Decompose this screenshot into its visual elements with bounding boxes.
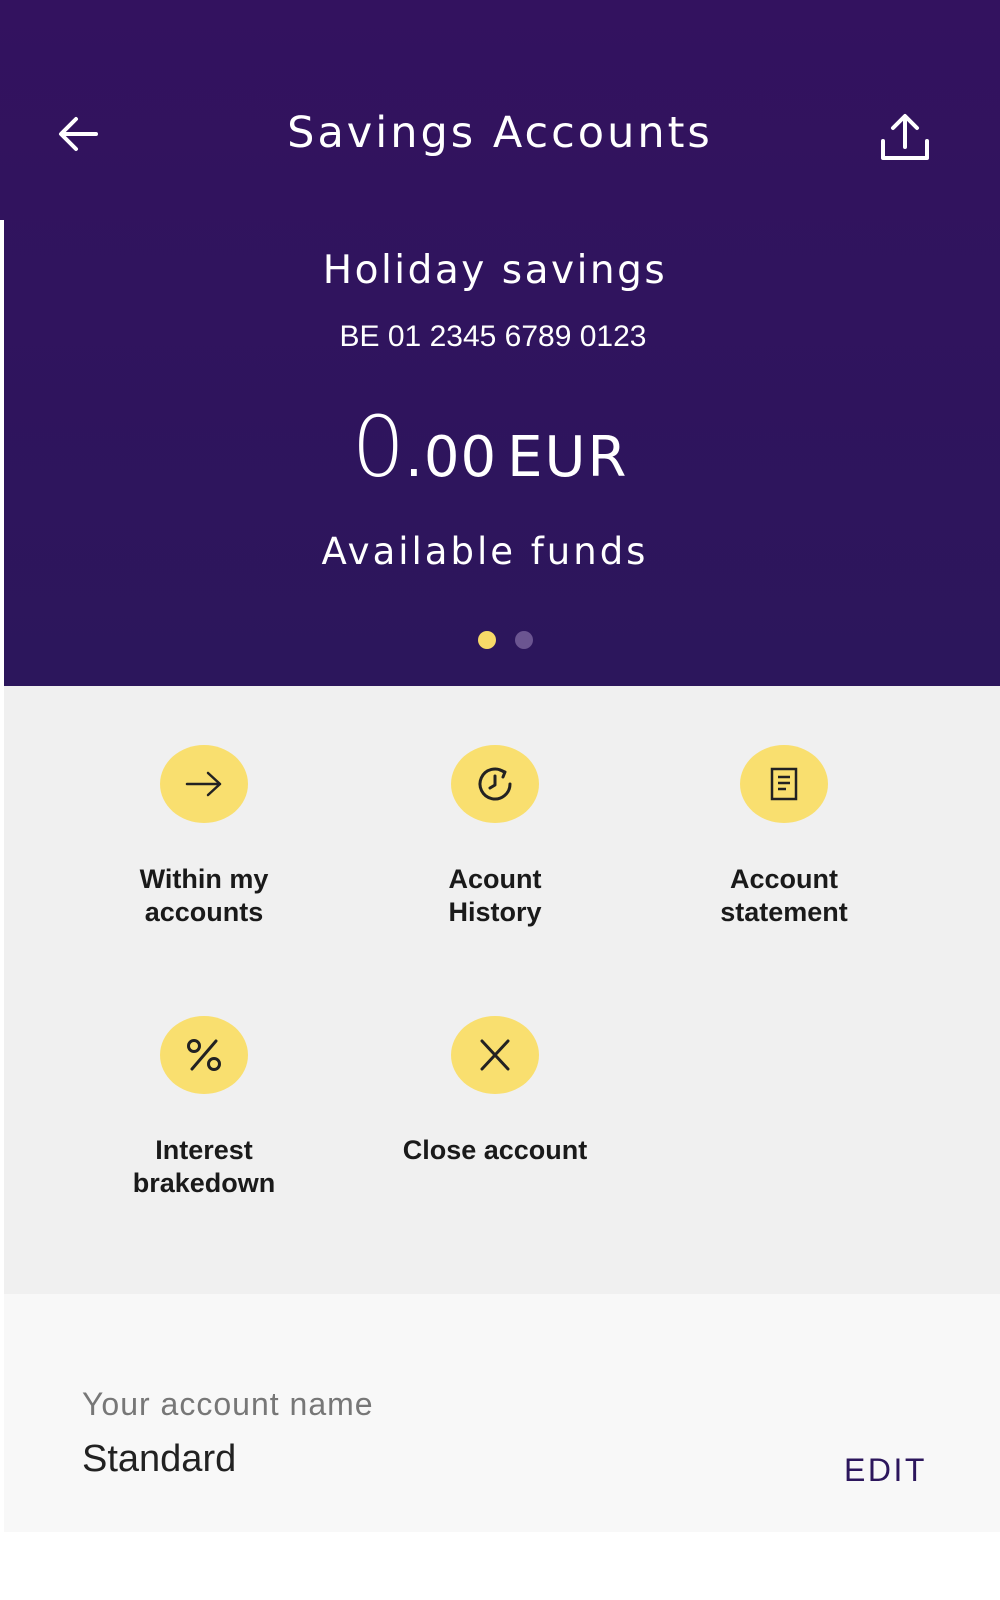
- balance-caption: Available funds: [321, 530, 649, 573]
- interest-breakdown-button[interactable]: Interest brakedown: [74, 1016, 334, 1200]
- pagination-dot-active[interactable]: [478, 631, 496, 649]
- balance-integer: 0: [351, 398, 406, 496]
- account-name-caption: Your account name: [82, 1386, 374, 1422]
- action-label: Account statement: [720, 864, 848, 927]
- close-x-icon: [480, 1039, 510, 1071]
- account-name-value: Standard: [82, 1438, 237, 1480]
- account-history-button[interactable]: Acount History: [365, 745, 625, 929]
- action-label: Within my accounts: [139, 864, 269, 927]
- arrow-right-icon: [185, 771, 222, 797]
- account-name-card: Your account name Standard EDIT: [4, 1294, 1000, 1532]
- carousel-pagination: [478, 631, 533, 649]
- pagination-dot[interactable]: [515, 631, 533, 649]
- arrow-left-icon: [59, 117, 98, 151]
- close-account-button[interactable]: Close account: [365, 1016, 625, 1167]
- action-icon-circle: [740, 745, 828, 823]
- back-button[interactable]: [48, 104, 108, 164]
- page-title: Savings Accounts: [287, 108, 713, 158]
- balance-decimal: .00: [405, 425, 498, 490]
- action-icon-circle: [451, 1016, 539, 1094]
- balance-currency: EUR: [507, 425, 629, 490]
- action-icon-circle: [451, 745, 539, 823]
- percent-icon: [187, 1039, 221, 1071]
- action-icon-circle: [160, 1016, 248, 1094]
- edit-account-name-button[interactable]: EDIT: [844, 1452, 927, 1489]
- action-label: Interest brakedown: [132, 1135, 276, 1198]
- account-statement-button[interactable]: Account statement: [654, 745, 914, 929]
- within-my-accounts-button[interactable]: Within my accounts: [74, 745, 334, 929]
- account-nickname: Holiday savings: [322, 248, 668, 293]
- account-balance: 0.00 EUR: [200, 398, 780, 496]
- history-clock-icon: [478, 767, 512, 801]
- account-iban: BE 01 2345 6789 0123: [339, 320, 647, 353]
- action-label: Close account: [402, 1135, 588, 1165]
- action-label: Acount History: [448, 864, 542, 927]
- document-icon: [770, 767, 798, 801]
- share-upload-icon: [881, 114, 929, 160]
- action-icon-circle: [160, 745, 248, 823]
- share-button[interactable]: [870, 104, 940, 170]
- quick-actions-panel: Within my accounts Acount History Accoun…: [4, 686, 1000, 1294]
